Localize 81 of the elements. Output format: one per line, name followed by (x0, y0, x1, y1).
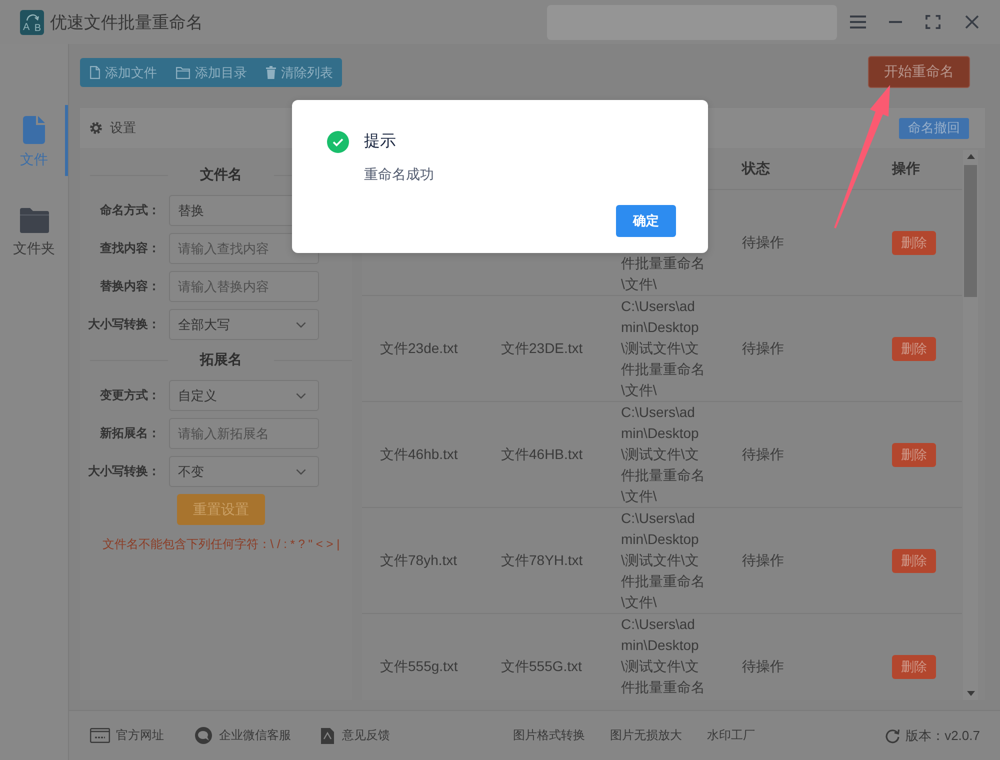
scrollbar-thumb[interactable] (964, 165, 977, 297)
version-label: 版本：v2.0.7 (906, 726, 980, 744)
file-name-cell-text: 文件78yh.txt (379, 551, 458, 570)
field-label: 大小写转换： (87, 463, 160, 480)
start-rename-button[interactable]: 开始重命名 (868, 56, 970, 88)
delete-button[interactable]: 删除 (892, 230, 936, 254)
window-title: 优速文件批量重命名 (50, 12, 203, 34)
path-cell-text: C:\Users\admin\Desktop\测试文件\文件批量重命名\文件\ (620, 509, 706, 612)
dialog-message: 重命名成功 (364, 165, 435, 184)
section-title: 拓展名 (200, 351, 242, 369)
status-cell-text: 待操作 (741, 233, 785, 252)
reset-settings-button[interactable]: 重置设置 (177, 494, 265, 525)
file-name-cell-text: 文件555g.txt (379, 657, 459, 676)
undo-rename-button[interactable]: 命名撤回 (899, 118, 969, 138)
footer-link[interactable]: 企业微信客服 (194, 726, 291, 745)
chat-icon (194, 726, 213, 745)
document-icon (90, 66, 100, 79)
caret-icon (296, 392, 306, 398)
input-field[interactable]: 请输入新拓展名 (169, 418, 319, 449)
path-cell-text: C:\Users\admin\Desktop\测试文件\文件批量重命名\文件\ (620, 297, 706, 400)
caret-icon (296, 468, 306, 474)
path-cell-text: 件批量重命名\文件\ (620, 254, 706, 294)
footer-link[interactable]: 意见反馈 (321, 727, 390, 744)
scroll-up-icon[interactable] (966, 154, 974, 159)
new-name-cell-text: 文件555G.txt (500, 657, 583, 676)
path-cell-text: C:\Users\admin\Desktop\测试文件\文件批量重命名 (620, 615, 706, 697)
refresh-icon[interactable] (884, 728, 900, 744)
sidebar-tab[interactable]: 文件夹 (0, 196, 68, 267)
menu-icon[interactable] (850, 15, 866, 29)
new-name-cell-text: 文件46HB.txt (500, 445, 584, 464)
delete-button[interactable]: 删除 (892, 548, 936, 572)
panel-title: 设置 (110, 119, 136, 137)
footer-link[interactable]: 图片无损放大 (610, 727, 682, 744)
toolbar-button[interactable]: 添加目录 (166, 58, 256, 87)
select-field[interactable]: 不变 (169, 456, 319, 487)
field-label: 新拓展名： (99, 425, 160, 442)
status-cell-text: 待操作 (741, 551, 785, 570)
input-field[interactable]: 请输入替换内容 (169, 271, 319, 302)
app-logo: A B (20, 10, 44, 34)
select-field[interactable]: 全部大写 (169, 309, 319, 340)
scroll-down-icon[interactable] (966, 691, 974, 696)
column-header: 状态 (740, 160, 771, 178)
maximize-icon[interactable] (925, 15, 941, 29)
document-icon (321, 728, 334, 744)
footer-link[interactable]: 官方网址 (90, 727, 164, 744)
status-cell-text: 待操作 (741, 657, 785, 676)
toolbar-button[interactable]: 清除列表 (256, 58, 342, 87)
delete-button[interactable]: 删除 (892, 442, 936, 466)
status-cell-text: 待操作 (741, 445, 785, 464)
browser-icon (90, 728, 110, 743)
select-field[interactable]: 自定义 (169, 380, 319, 411)
settings-icon (90, 122, 102, 134)
confirm-button[interactable]: 确定 (616, 205, 676, 237)
file-name-cell-text: 文件46hb.txt (379, 445, 459, 464)
scrollbar[interactable] (963, 150, 978, 700)
column-header: 操作 (890, 160, 921, 178)
trash-icon (266, 66, 276, 79)
field-label: 替换内容： (99, 278, 160, 295)
close-icon[interactable] (964, 15, 980, 29)
status-cell-text: 待操作 (741, 339, 785, 358)
document-icon (23, 116, 45, 144)
caret-icon (296, 322, 306, 328)
warning-note: 文件名不能包含下列任何字符：\ / : * ? " < > | (101, 536, 341, 552)
field-label: 大小写转换： (87, 316, 160, 333)
footer-link[interactable]: 水印工厂 (707, 727, 755, 744)
field-label: 命名方式： (99, 202, 160, 219)
delete-button[interactable]: 删除 (892, 336, 936, 360)
footer-link[interactable]: 图片格式转换 (513, 727, 585, 744)
delete-button[interactable]: 删除 (892, 654, 936, 678)
file-name-cell-text: 文件23de.txt (379, 339, 459, 358)
folder-icon (176, 66, 190, 78)
new-name-cell-text: 文件23DE.txt (500, 339, 584, 358)
field-label: 变更方式： (98, 387, 160, 404)
toolbar-button[interactable]: 添加文件 (80, 58, 166, 87)
section-title: 文件名 (200, 166, 242, 184)
success-check-icon (327, 131, 349, 153)
new-name-cell-text: 文件78YH.txt (500, 551, 584, 570)
field-label: 查找内容： (99, 240, 160, 257)
path-cell-text: C:\Users\admin\Desktop\测试文件\文件批量重命名\文件\ (620, 403, 706, 506)
dialog-title: 提示 (364, 132, 396, 152)
folder-icon (20, 207, 48, 233)
